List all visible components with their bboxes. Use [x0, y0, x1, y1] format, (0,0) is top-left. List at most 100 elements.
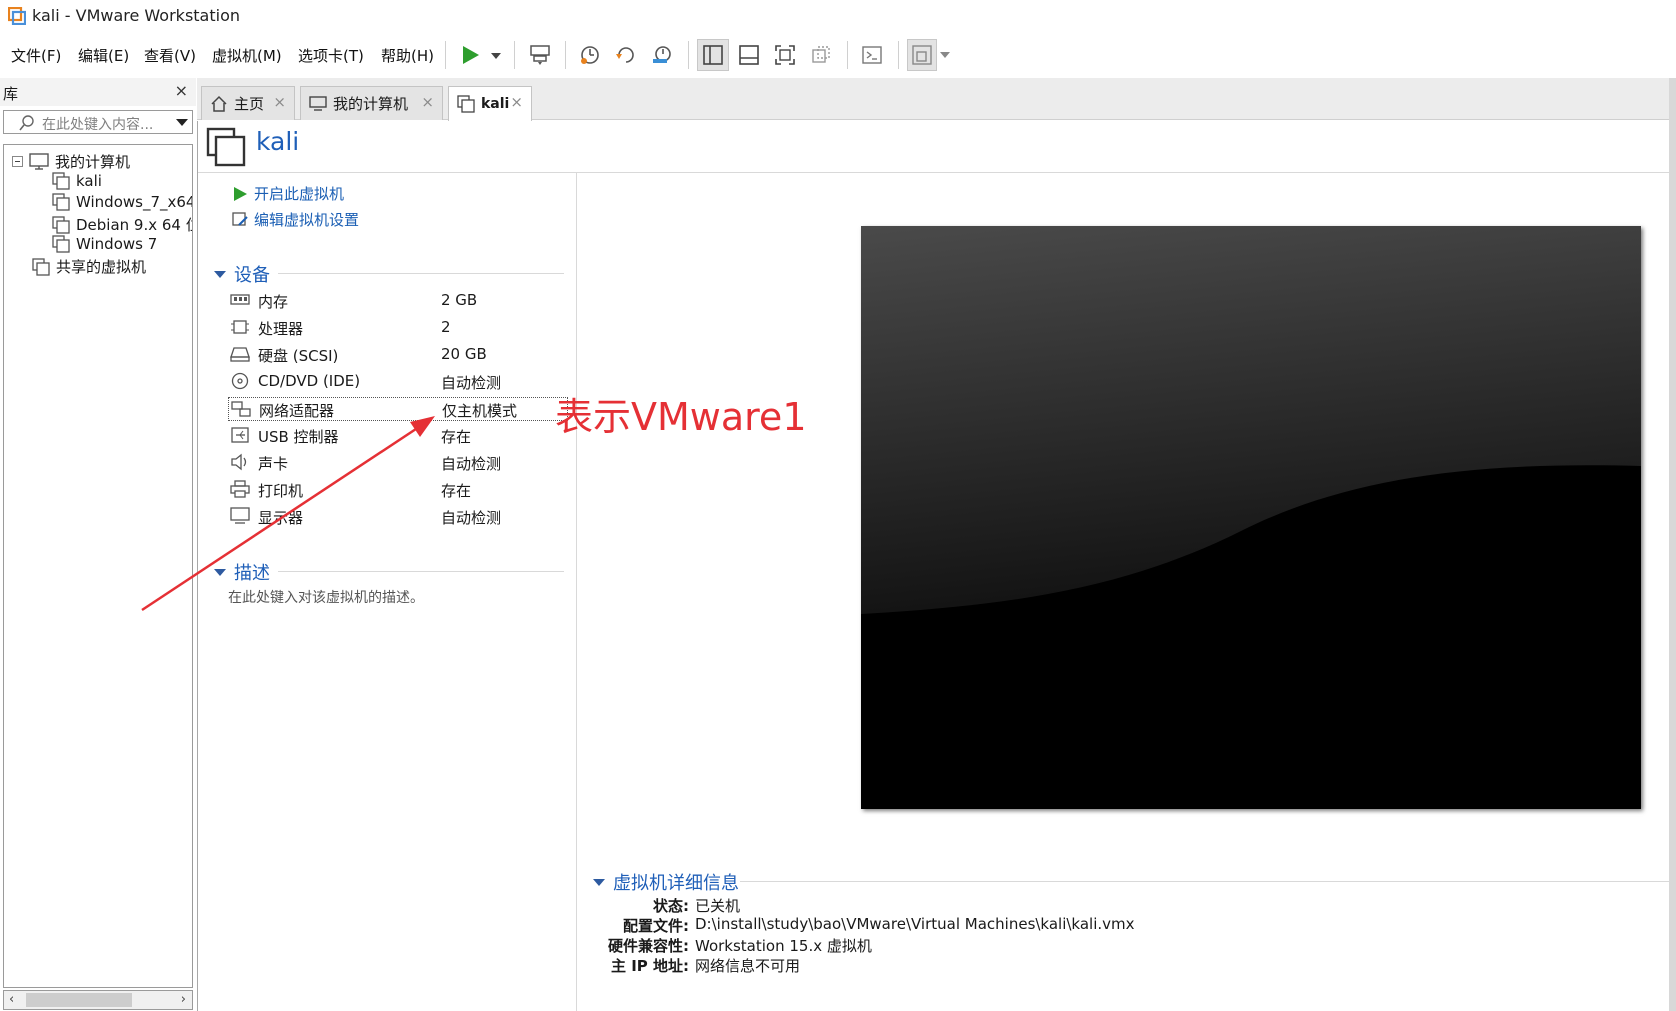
- devices-section-header[interactable]: 设备: [214, 261, 270, 287]
- collapse-triangle-icon: [214, 270, 226, 278]
- take-snapshot-button[interactable]: [574, 39, 606, 71]
- menu-tabs[interactable]: 选项卡(T): [298, 45, 364, 66]
- scrollbar-thumb[interactable]: [26, 993, 132, 1007]
- vm-details-section-header[interactable]: 虚拟机详细信息: [593, 869, 739, 895]
- vm-icon: [52, 193, 70, 211]
- collapse-icon[interactable]: [12, 156, 23, 167]
- search-icon: [19, 115, 34, 131]
- menu-file[interactable]: 文件(F): [11, 45, 61, 66]
- power-on-button[interactable]: [456, 39, 506, 71]
- tab-close-button[interactable]: ×: [510, 93, 523, 111]
- tree-item-vm-debian[interactable]: Debian 9.x 64 位: [52, 214, 192, 235]
- device-value: 自动检测: [441, 374, 502, 392]
- computer-icon: [29, 152, 49, 170]
- shared-vm-icon: [32, 257, 50, 276]
- detail-key: 配置文件:: [623, 917, 689, 935]
- library-view-icon: [703, 45, 723, 65]
- tab-label: 我的计算机: [333, 95, 409, 113]
- full-screen-button[interactable]: [769, 39, 801, 71]
- hard-disk-icon: [230, 347, 250, 362]
- show-library-button[interactable]: [697, 39, 729, 71]
- memory-icon: [230, 294, 250, 305]
- tree-item-shared-vms[interactable]: 共享的虚拟机: [32, 256, 146, 277]
- tree-label: 共享的虚拟机: [56, 258, 147, 276]
- console-icon: [862, 46, 882, 64]
- device-row-processor[interactable]: 处理器 2: [228, 316, 568, 340]
- library-close-button[interactable]: ×: [175, 81, 188, 100]
- vm-screen-gloss-graphic: [861, 226, 1641, 809]
- tab-close-button[interactable]: ×: [421, 93, 434, 111]
- device-value: 2 GB: [441, 291, 478, 309]
- tab-my-computer[interactable]: 我的计算机 ×: [300, 86, 443, 120]
- divider: [576, 173, 577, 1011]
- detail-row-ip-address: 主 IP 地址: 网络信息不可用: [611, 955, 800, 976]
- revert-snapshot-button[interactable]: [610, 39, 642, 71]
- thumbnail-bar-button[interactable]: [733, 39, 765, 71]
- vm-large-icon: [206, 127, 246, 167]
- stretch-dropdown-button[interactable]: [937, 39, 953, 71]
- detail-row-config-file: 配置文件: D:\install\study\bao\VMware\Virtua…: [623, 915, 1135, 935]
- tree-item-vm-kali[interactable]: kali: [52, 172, 102, 190]
- scroll-left-icon[interactable]: ‹: [9, 992, 14, 1007]
- menu-help[interactable]: 帮助(H): [381, 45, 434, 66]
- device-name: 硬盘 (SCSI): [258, 347, 339, 365]
- collapse-triangle-icon: [593, 878, 605, 886]
- edit-vm-settings-link[interactable]: 编辑虚拟机设置: [232, 209, 359, 230]
- window-edge-scrollbar[interactable]: [1669, 78, 1676, 1011]
- detail-value: D:\install\study\bao\VMware\Virtual Mach…: [695, 915, 1135, 933]
- detail-key: 状态:: [653, 897, 689, 915]
- divider: [198, 172, 1676, 173]
- unity-button[interactable]: [805, 39, 837, 71]
- tab-home[interactable]: 主页 ×: [201, 86, 295, 120]
- tree-label: Windows_7_x64: [76, 193, 193, 211]
- detail-row-hardware-compat: 硬件兼容性: Workstation 15.x 虚拟机: [608, 935, 872, 956]
- menu-view[interactable]: 查看(V): [144, 45, 196, 66]
- vm-title: kali: [256, 127, 300, 156]
- processor-icon: [231, 320, 249, 334]
- chevron-down-icon: [940, 52, 950, 58]
- send-ctrl-alt-del-button[interactable]: [524, 39, 556, 71]
- device-value: 2: [441, 318, 451, 336]
- menu-edit[interactable]: 编辑(E): [78, 45, 129, 66]
- device-value: 自动检测: [441, 455, 502, 473]
- menu-vm[interactable]: 虚拟机(M): [212, 45, 282, 66]
- tree-item-my-computer[interactable]: 我的计算机: [12, 151, 130, 172]
- tab-close-button[interactable]: ×: [273, 93, 286, 111]
- cd-dvd-icon: [231, 372, 249, 390]
- vm-screen-thumbnail[interactable]: [861, 226, 1641, 809]
- fullscreen-icon: [775, 45, 795, 65]
- library-horizontal-scrollbar[interactable]: ‹ ›: [3, 990, 193, 1010]
- library-search-input[interactable]: 在此处键入内容...: [3, 110, 193, 134]
- scroll-right-icon[interactable]: ›: [181, 992, 186, 1007]
- stretch-icon: [912, 45, 932, 65]
- device-value: 自动检测: [441, 509, 502, 527]
- toolbar-separator: [898, 41, 899, 69]
- vm-icon: [52, 215, 70, 234]
- device-row-cd-dvd[interactable]: CD/DVD (IDE) 自动检测: [228, 370, 568, 394]
- device-row-hard-disk[interactable]: 硬盘 (SCSI) 20 GB: [228, 343, 568, 367]
- chevron-down-icon[interactable]: [176, 119, 188, 127]
- play-icon: [234, 186, 247, 201]
- tab-kali[interactable]: kali ×: [448, 86, 532, 121]
- stretch-guest-button[interactable]: [907, 39, 937, 71]
- search-placeholder: 在此处键入内容...: [42, 117, 154, 133]
- vm-icon: [457, 95, 475, 113]
- play-icon: [463, 46, 501, 64]
- tab-label: 主页: [234, 95, 265, 113]
- tree-item-vm-windows-7[interactable]: Windows 7: [52, 235, 157, 253]
- snapshot-manager-icon: [653, 46, 671, 63]
- console-view-button[interactable]: [856, 39, 888, 71]
- snapshot-manager-button[interactable]: [646, 39, 678, 71]
- section-title: 虚拟机详细信息: [613, 873, 739, 894]
- toolbar-separator: [688, 41, 689, 69]
- detail-value: 已关机: [695, 897, 741, 915]
- power-on-vm-link[interactable]: 开启此虚拟机: [232, 183, 344, 204]
- section-title: 设备: [234, 265, 270, 286]
- tree-item-vm-windows-7-x64[interactable]: Windows_7_x64: [52, 193, 193, 211]
- divider: [740, 881, 1676, 882]
- vm-icon: [52, 235, 70, 253]
- device-row-memory[interactable]: 内存 2 GB: [228, 289, 568, 313]
- title-bar: kali - VMware Workstation: [0, 0, 1676, 32]
- detail-key: 硬件兼容性:: [608, 937, 689, 955]
- device-name: CD/DVD (IDE): [258, 372, 361, 390]
